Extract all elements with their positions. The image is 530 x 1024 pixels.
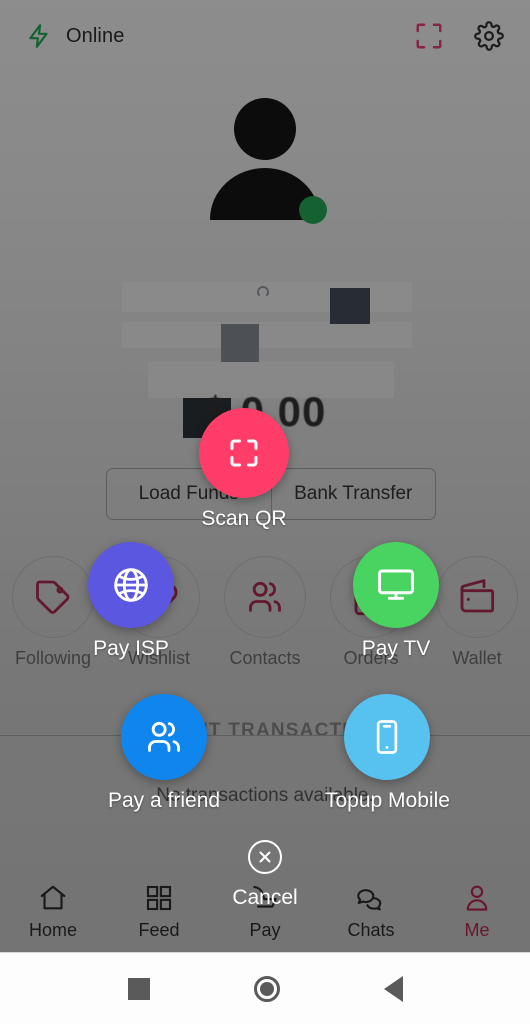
speed-dial-label: Pay ISP [93, 637, 169, 660]
android-system-nav [0, 952, 530, 1024]
speed-dial-item-scan-qr[interactable]: Scan QR [199, 408, 289, 531]
speed-dial-item-pay-isp[interactable]: Pay ISP [88, 542, 174, 661]
speed-dial-label: Pay a friend [108, 789, 221, 812]
circle-home-icon[interactable] [253, 975, 280, 1002]
smartphone-icon [377, 720, 398, 754]
speed-dial-circle[interactable] [344, 694, 431, 780]
phone-screen: Online $ 0.00 Load Funds Bank Transfer F… [0, 0, 530, 1024]
speed-dial-circle[interactable] [88, 542, 174, 628]
close-circle-icon[interactable] [248, 840, 282, 874]
speed-dial-circle[interactable] [353, 542, 439, 628]
speed-dial-label: Topup Mobile [325, 789, 450, 812]
monitor-icon [378, 569, 414, 600]
speed-dial-circle[interactable] [121, 694, 208, 780]
speed-dial-cancel[interactable]: Cancel [0, 840, 530, 910]
triangle-back-icon[interactable] [383, 975, 403, 1002]
speed-dial-circle[interactable] [199, 408, 289, 498]
speed-dial-label: Pay TV [361, 637, 431, 660]
scan-frame-icon [230, 439, 258, 467]
speed-dial-item-pay-tv[interactable]: Pay TV [353, 542, 439, 661]
contacts-icon [148, 721, 180, 752]
speed-dial-menu: Scan QR Pay ISP Pay TV Pay a friend Topu… [0, 0, 530, 952]
speed-dial-label: Scan QR [201, 507, 287, 530]
square-recents-icon[interactable] [127, 977, 150, 1000]
speed-dial-item-topup-mobile[interactable]: Topup Mobile [325, 694, 450, 813]
speed-dial-cancel-label: Cancel [232, 886, 298, 909]
speed-dial-item-pay-a-friend[interactable]: Pay a friend [108, 694, 220, 813]
globe-icon [114, 568, 148, 602]
